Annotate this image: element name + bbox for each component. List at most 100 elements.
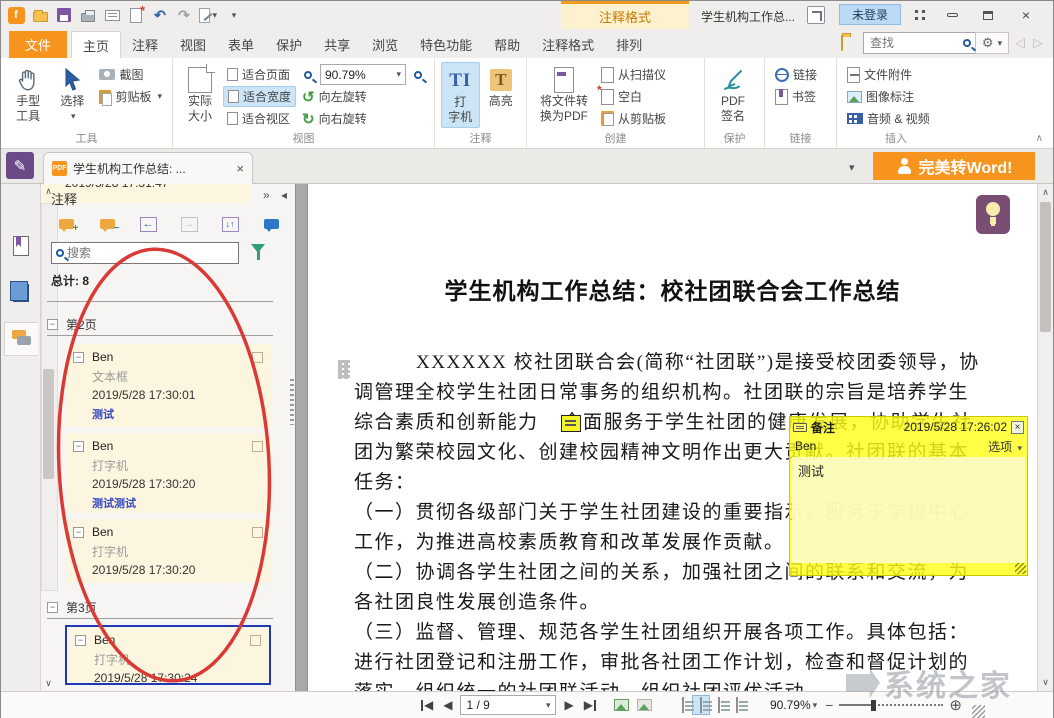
zoom-level-combo[interactable]: 90.79%▾ bbox=[320, 64, 406, 85]
last-page-button[interactable]: ▶ bbox=[584, 695, 596, 715]
pdf-sign-button[interactable]: PDF签名 bbox=[711, 62, 755, 128]
note-resize-grip[interactable] bbox=[1015, 563, 1026, 574]
note-close-icon[interactable]: × bbox=[1011, 421, 1024, 434]
tab-file[interactable]: 文件 bbox=[9, 31, 67, 58]
scroll-down-icon[interactable]: ∨ bbox=[41, 678, 56, 689]
section-page-3[interactable]: − 第3页 bbox=[47, 597, 273, 619]
page-number-box[interactable]: 1 / 9▾ bbox=[460, 695, 556, 715]
previous-page-button[interactable]: ◀ bbox=[443, 695, 452, 715]
continuous-view-icon[interactable] bbox=[692, 695, 710, 715]
tab-features[interactable]: 特色功能 bbox=[409, 31, 483, 58]
bookmark-button[interactable]: 书签 bbox=[771, 86, 821, 107]
bookmarks-panel-icon[interactable] bbox=[4, 229, 38, 263]
collapse-all-comments-icon[interactable]: − bbox=[96, 213, 118, 235]
restore-icon[interactable] bbox=[977, 7, 999, 23]
scrollbar-thumb[interactable] bbox=[1040, 202, 1051, 332]
tab-share[interactable]: 共享 bbox=[313, 31, 361, 58]
comment-checkbox[interactable] bbox=[250, 635, 261, 646]
next-page-button[interactable]: ▶ bbox=[564, 695, 573, 715]
collapse-section-icon[interactable]: − bbox=[47, 602, 58, 613]
save-icon[interactable] bbox=[55, 6, 73, 24]
scroll-up-icon[interactable]: ∧ bbox=[1038, 187, 1053, 198]
login-button[interactable]: 未登录 bbox=[839, 4, 901, 25]
zoom-dropdown-icon[interactable]: ▾ bbox=[813, 700, 818, 711]
panel-pin-icon[interactable]: ◂ bbox=[281, 188, 287, 202]
undo-icon[interactable]: ↶ bbox=[151, 6, 169, 24]
clipboard-button[interactable]: 剪贴板▾ bbox=[95, 86, 166, 107]
rotate-right-button[interactable]: ↻向右旋转 bbox=[298, 108, 428, 129]
tab-arrange[interactable]: 排列 bbox=[605, 31, 653, 58]
fit-page-button[interactable]: 适合页面 bbox=[223, 64, 296, 85]
tab-help[interactable]: 帮助 bbox=[483, 31, 531, 58]
panel-expand-icon[interactable]: » bbox=[263, 188, 270, 202]
collapse-card-icon[interactable]: − bbox=[73, 527, 84, 538]
tab-browse[interactable]: 浏览 bbox=[361, 31, 409, 58]
fit-visible-button[interactable]: 适合视区 bbox=[223, 108, 296, 129]
tab-protect[interactable]: 保护 bbox=[265, 31, 313, 58]
comments-panel-icon[interactable] bbox=[4, 322, 38, 356]
export-comments-icon[interactable]: → bbox=[178, 213, 200, 235]
note-annotation-icon[interactable] bbox=[561, 415, 581, 432]
lightbulb-assistant-icon[interactable] bbox=[976, 195, 1010, 234]
link-button[interactable]: 链接 bbox=[771, 64, 821, 85]
actual-size-button[interactable]: 实际大小 bbox=[179, 62, 221, 128]
tab-home[interactable]: 主页 bbox=[71, 31, 121, 58]
expand-all-comments-icon[interactable]: + bbox=[55, 213, 77, 235]
customize-toolbar-icon[interactable]: ▾ bbox=[225, 6, 243, 24]
previous-view-icon[interactable] bbox=[614, 695, 629, 715]
comment-card-4-selected[interactable]: −Ben 打字机 2019/5/28 17:30:24 bbox=[65, 625, 271, 685]
find-next-icon[interactable]: ▷ bbox=[1031, 35, 1045, 51]
tab-form[interactable]: 表单 bbox=[217, 31, 265, 58]
audio-video-button[interactable]: 音频 & 视频 bbox=[843, 108, 934, 129]
new-document-icon[interactable]: * bbox=[127, 6, 145, 24]
zoom-out-icon[interactable] bbox=[298, 65, 318, 85]
from-scanner-button[interactable]: 从扫描仪 bbox=[597, 64, 670, 85]
annotations-quill-icon[interactable]: ✎ bbox=[6, 152, 34, 179]
scroll-down-icon[interactable]: ∨ bbox=[1038, 677, 1053, 688]
convert-to-word-button[interactable]: 完美转Word! bbox=[873, 152, 1035, 180]
comment-search-box[interactable] bbox=[51, 242, 239, 264]
rotate-left-button[interactable]: ↺向左旋转 bbox=[298, 86, 428, 107]
document-scrollbar[interactable]: ∧ ∨ bbox=[1037, 184, 1053, 691]
redo-icon[interactable]: ↷ bbox=[175, 6, 193, 24]
from-clipboard-button[interactable]: 从剪贴板 bbox=[597, 108, 670, 129]
sticky-note-popup[interactable]: 备注 2019/5/28 17:26:02 × Ben 选项 ▾ 测试 bbox=[789, 416, 1028, 576]
collapse-ribbon-icon[interactable]: ∧ bbox=[1036, 133, 1043, 144]
find-options-button[interactable]: ⚙▾ bbox=[975, 32, 1009, 54]
zoom-slider[interactable] bbox=[839, 704, 943, 706]
tab-comment[interactable]: 注释 bbox=[121, 31, 169, 58]
collapse-section-icon[interactable]: − bbox=[47, 319, 58, 330]
zoom-out-button[interactable]: − bbox=[825, 695, 833, 715]
pages-panel-icon[interactable] bbox=[4, 276, 38, 310]
window-resize-grip[interactable] bbox=[972, 705, 985, 718]
collapse-card-icon[interactable]: − bbox=[75, 635, 86, 646]
pdf-page[interactable]: 学生机构工作总结：校社团联合会工作总结 XXXXXX 校社团联合会(简称“社团联… bbox=[307, 184, 1037, 691]
minimize-icon[interactable] bbox=[941, 7, 963, 23]
fit-width-button[interactable]: 适合宽度 bbox=[223, 86, 296, 107]
comment-checkbox[interactable] bbox=[252, 352, 263, 363]
zoom-slider-thumb[interactable] bbox=[871, 700, 876, 711]
zoom-in-button[interactable]: ⊕ bbox=[949, 695, 962, 715]
note-options-button[interactable]: 选项 ▾ bbox=[988, 438, 1022, 455]
comment-card-3[interactable]: −Ben 打字机 2019/5/28 17:30:20 bbox=[65, 519, 271, 583]
zoom-in-icon[interactable] bbox=[408, 65, 428, 85]
select-tool-button[interactable]: 选择▾ bbox=[51, 62, 93, 128]
email-icon[interactable] bbox=[103, 6, 121, 24]
scrollbar-thumb[interactable] bbox=[43, 369, 54, 479]
filter-icon[interactable] bbox=[251, 244, 265, 253]
hand-annotation-icon[interactable]: ▾ bbox=[199, 6, 217, 24]
comment-search-input[interactable] bbox=[67, 246, 207, 260]
section-page-2[interactable]: − 第2页 bbox=[47, 314, 273, 336]
collapse-card-icon[interactable]: − bbox=[73, 352, 84, 363]
tab-view[interactable]: 视图 bbox=[169, 31, 217, 58]
facing-view-icon[interactable] bbox=[710, 695, 728, 715]
convert-to-pdf-button[interactable]: 将文件转换为PDF bbox=[533, 62, 595, 128]
contextual-tab-header[interactable]: 注释格式 bbox=[561, 1, 689, 29]
annotation-anchor-icon[interactable] bbox=[338, 360, 350, 379]
continuous-facing-view-icon[interactable] bbox=[728, 695, 746, 715]
import-comments-icon[interactable]: ← bbox=[137, 213, 159, 235]
collapse-card-icon[interactable]: − bbox=[73, 441, 84, 452]
single-page-view-icon[interactable] bbox=[674, 695, 692, 715]
sort-comments-icon[interactable]: ↓↑ bbox=[219, 213, 241, 235]
tab-comment-format[interactable]: 注释格式 bbox=[531, 31, 605, 58]
